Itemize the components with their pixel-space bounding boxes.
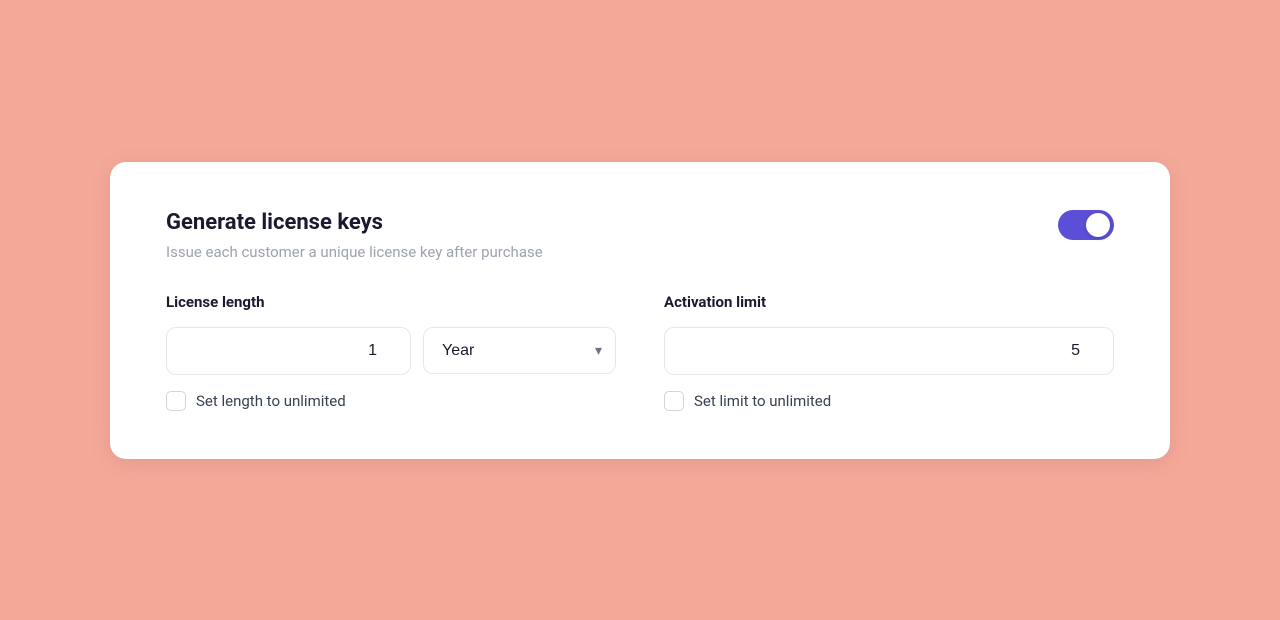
toggle-track (1058, 210, 1114, 240)
license-length-label: License length (166, 293, 616, 311)
card-subtitle: Issue each customer a unique license key… (166, 243, 543, 261)
set-limit-unlimited-label: Set limit to unlimited (694, 392, 831, 410)
card-header: Generate license keys Issue each custome… (166, 210, 1114, 261)
set-length-unlimited-checkbox[interactable] (166, 391, 186, 411)
set-limit-unlimited-row[interactable]: Set limit to unlimited (664, 391, 1114, 411)
license-keys-card: Generate license keys Issue each custome… (110, 162, 1170, 459)
toggle-wrapper[interactable] (1058, 210, 1114, 240)
toggle-thumb (1086, 213, 1110, 237)
period-select-wrapper: Day Week Month Year ▾ (423, 327, 616, 375)
license-length-group: License length Day Week Month Year ▾ Set… (166, 293, 616, 411)
card-title: Generate license keys (166, 210, 543, 235)
fields-row: License length Day Week Month Year ▾ Set… (166, 293, 1114, 411)
activation-limit-input[interactable] (664, 327, 1114, 375)
period-select[interactable]: Day Week Month Year (423, 327, 616, 374)
generate-keys-toggle[interactable] (1058, 210, 1114, 240)
set-limit-unlimited-checkbox[interactable] (664, 391, 684, 411)
set-length-unlimited-row[interactable]: Set length to unlimited (166, 391, 616, 411)
set-length-unlimited-label: Set length to unlimited (196, 392, 346, 410)
activation-limit-label: Activation limit (664, 293, 1114, 311)
license-length-input-row: Day Week Month Year ▾ (166, 327, 616, 375)
header-text: Generate license keys Issue each custome… (166, 210, 543, 261)
license-length-number-input[interactable] (166, 327, 411, 375)
activation-limit-group: Activation limit Set limit to unlimited (664, 293, 1114, 411)
